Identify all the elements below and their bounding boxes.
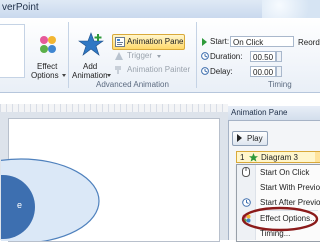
- effect-options-button[interactable]: Effect Options: [28, 30, 66, 80]
- star-effect-icon: [249, 153, 258, 162]
- dropdown-arrow-icon: [107, 74, 111, 77]
- diagram-shape[interactable]: [1, 131, 101, 241]
- add-animation-star-icon: [78, 32, 104, 56]
- trigger-icon: [115, 52, 123, 60]
- animation-item-number: 1: [240, 153, 245, 162]
- duration-label: Duration:: [210, 52, 243, 61]
- timing-group-label: Timing: [268, 80, 292, 89]
- ribbon-separator: [68, 22, 69, 88]
- reorder-label: Reorde: [298, 38, 320, 47]
- effect-options-label-2: Options: [31, 71, 59, 80]
- animation-painter-icon: [115, 66, 121, 74]
- effect-options-icon: [40, 36, 56, 53]
- delay-input[interactable]: 00.00: [250, 66, 276, 77]
- clock-icon: [201, 67, 209, 75]
- menu-item-label: Start On Click: [260, 168, 310, 177]
- diagram-shape-text: e: [17, 200, 23, 210]
- slide-canvas[interactable]: e: [1, 118, 220, 242]
- play-label: Play: [247, 134, 263, 143]
- clock-icon: [201, 52, 209, 60]
- animation-list-item[interactable]: 1 Diagram 3: [236, 151, 320, 163]
- animation-gallery-edge[interactable]: [0, 24, 25, 78]
- animation-pane-icon: [115, 37, 125, 47]
- title-bar-glass: [262, 0, 320, 18]
- duration-spinner[interactable]: [276, 51, 282, 62]
- trigger-button[interactable]: Trigger: [112, 50, 162, 62]
- animation-pane-header: Animation Pane: [228, 106, 320, 121]
- item-dropdown-button[interactable]: [315, 152, 320, 162]
- add-animation-label-1: Add: [83, 62, 98, 71]
- dropdown-arrow-icon: [62, 74, 66, 77]
- title-bar: verPoint: [0, 0, 320, 18]
- delay-spinner[interactable]: [276, 66, 282, 77]
- play-icon: [237, 134, 242, 142]
- dropdown-arrow-icon: [157, 55, 161, 58]
- animation-pane-title: Animation Pane: [231, 108, 288, 117]
- delay-row: Delay:: [200, 66, 250, 78]
- mouse-icon: [242, 167, 250, 177]
- advanced-animation-group-label: Advanced Animation: [96, 80, 169, 89]
- trigger-label: Trigger: [127, 51, 153, 60]
- start-select[interactable]: On Click: [230, 36, 294, 47]
- highlight-circle-annotation: [241, 206, 319, 232]
- window-title: verPoint: [2, 2, 39, 13]
- animation-pane-button[interactable]: Animation Pane: [112, 34, 185, 50]
- menu-item-label: Start With Previou: [260, 183, 320, 192]
- effect-options-label-1: Effect: [37, 62, 58, 71]
- delay-label: Delay:: [210, 67, 233, 76]
- animation-painter-button[interactable]: Animation Painter: [112, 64, 192, 76]
- animation-item-label: Diagram 3: [261, 153, 298, 162]
- animation-pane-label: Animation Pane: [127, 37, 184, 46]
- duration-row: Duration:: [200, 51, 250, 63]
- start-label: Start:: [210, 37, 230, 46]
- add-animation-button[interactable]: Add Animation: [70, 30, 111, 80]
- duration-input[interactable]: 00.50: [250, 51, 276, 62]
- animation-painter-label: Animation Painter: [127, 65, 191, 74]
- play-arrow-icon: [202, 38, 207, 46]
- add-animation-label-2: Animation: [72, 71, 108, 80]
- play-button[interactable]: Play: [232, 131, 268, 146]
- ribbon-separator: [196, 22, 197, 88]
